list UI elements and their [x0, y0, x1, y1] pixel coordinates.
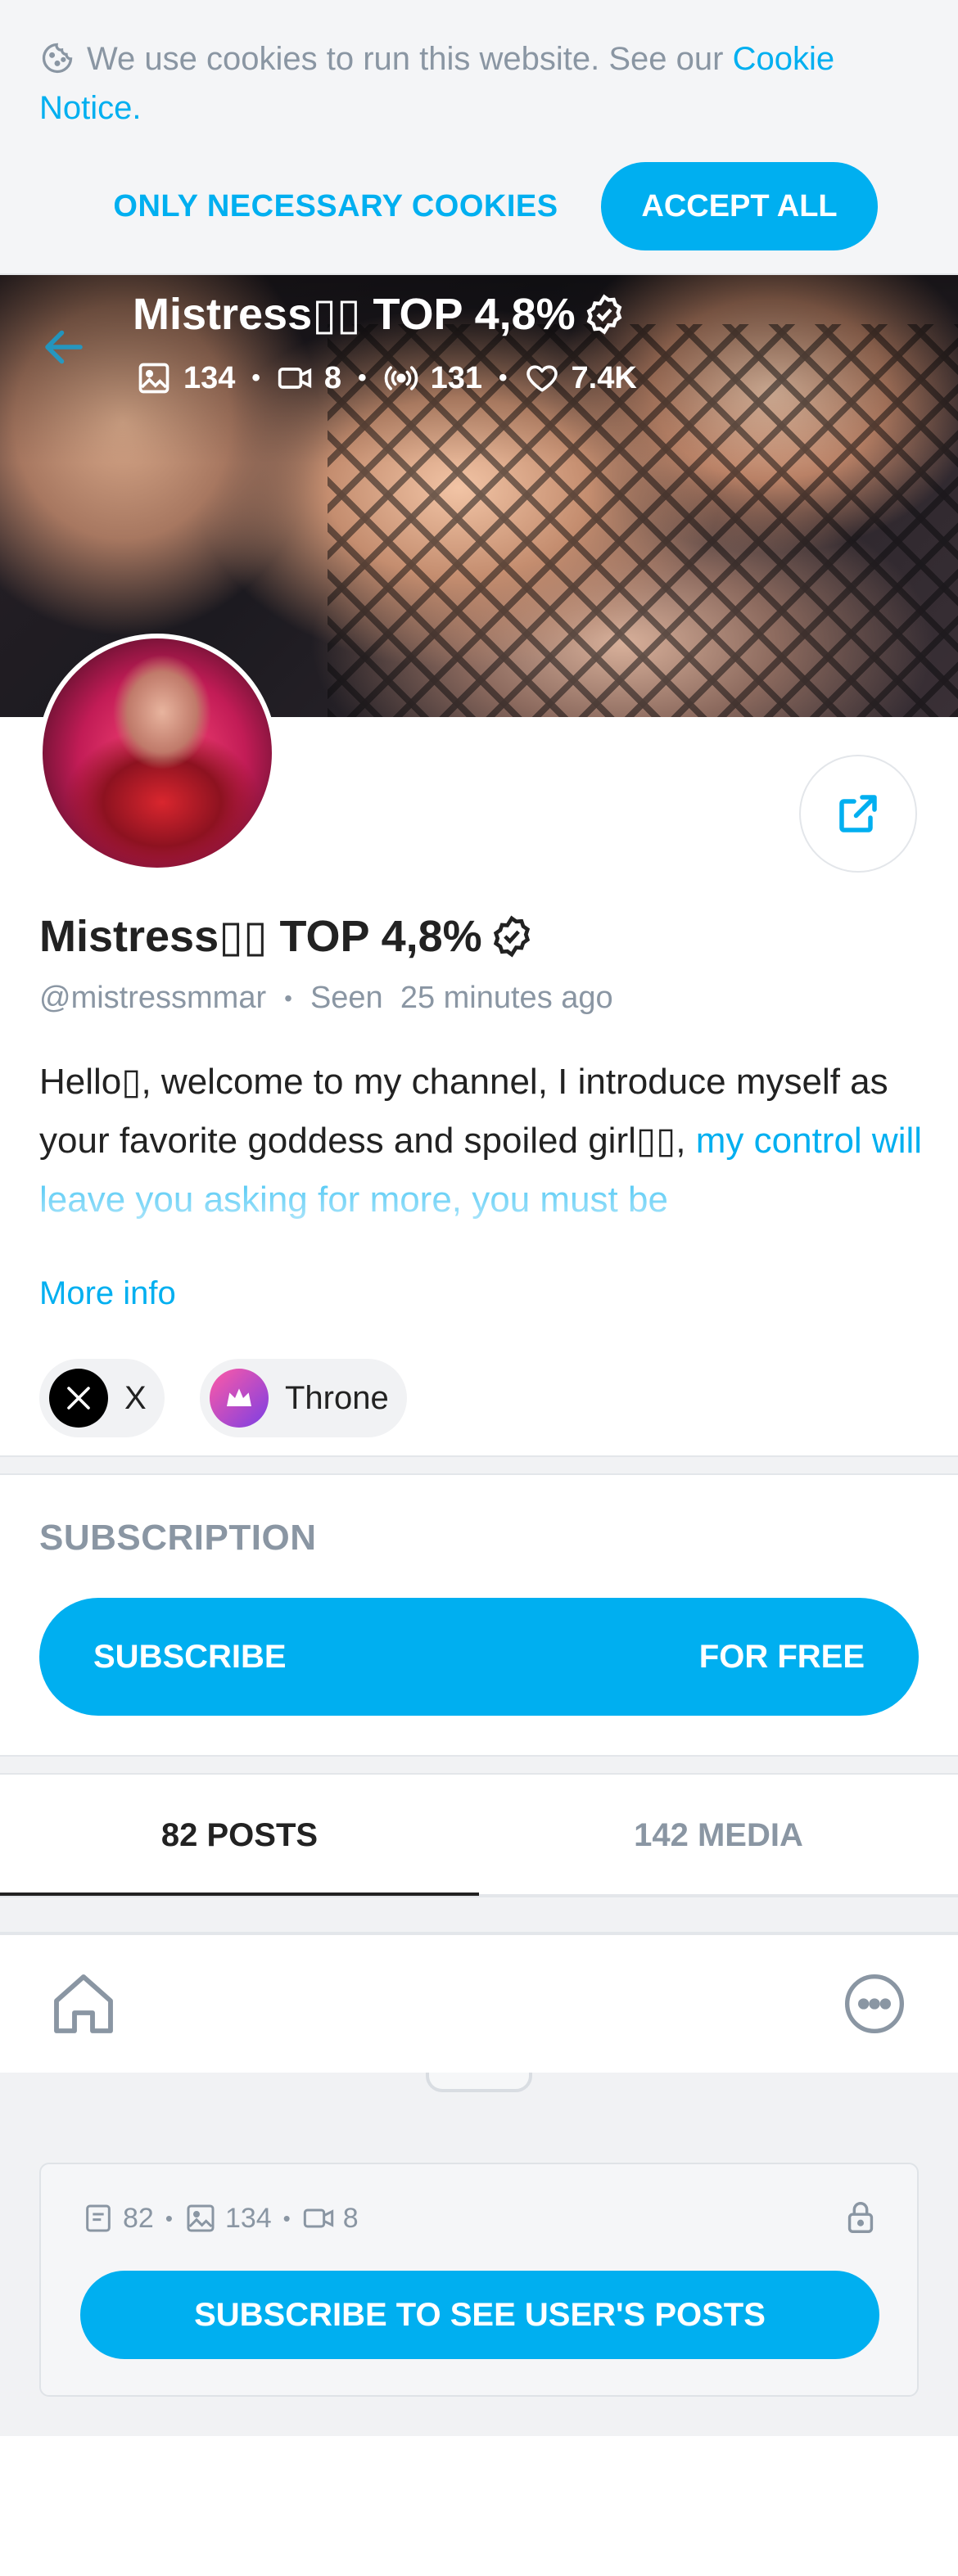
cookie-message: We use cookies to run this website. See … [39, 34, 907, 133]
share-icon [839, 795, 877, 832]
cookie-text: We use cookies to run this website. See … [87, 41, 733, 77]
heart-icon [526, 365, 558, 392]
share-button[interactable] [799, 755, 917, 873]
locked-posts-card: 82 • 134 • 8 SUBSCRIBE TO SEE USER'S POS… [39, 2163, 919, 2397]
cookie-icon [42, 43, 73, 74]
drag-handle[interactable] [426, 2073, 532, 2092]
cookie-period: . [132, 90, 142, 126]
stat-separator: • [358, 364, 367, 391]
profile-handle: @mistressmmar [39, 981, 267, 1015]
locked-photos-count: 134 [224, 2202, 272, 2234]
more-options-icon[interactable] [842, 1971, 907, 2037]
only-necessary-cookies-button[interactable]: ONLY NECESSARY COOKIES [98, 162, 573, 250]
photos-stat: 134 [136, 360, 235, 396]
streams-count: 131 [430, 360, 482, 395]
image-icon [187, 2204, 215, 2232]
profile-bio: Hello▯, welcome to my channel, I introdu… [39, 1053, 924, 1259]
streams-stat: 131 [383, 360, 482, 396]
broadcast-icon [384, 366, 418, 390]
subscribe-to-see-posts-button[interactable]: SUBSCRIBE TO SEE USER'S POSTS [80, 2271, 879, 2359]
subscribe-label: SUBSCRIBE [93, 1638, 287, 1675]
subscribe-price: FOR FREE [698, 1638, 865, 1675]
photos-count: 134 [183, 360, 236, 395]
verified-badge-icon [493, 914, 530, 958]
post-icon [86, 2204, 111, 2232]
x-logo-icon [49, 1369, 108, 1428]
handle-separator: • [284, 985, 292, 1011]
accept-all-cookies-button[interactable]: ACCEPT ALL [601, 162, 878, 250]
image-icon [138, 363, 169, 394]
tab-media[interactable]: 142 MEDIA [479, 1775, 958, 1896]
locked-stats: 82 • 134 • 8 [82, 2202, 359, 2235]
stat-separator: • [165, 2205, 173, 2231]
section-divider [0, 1896, 958, 1933]
likes-count: 7.4K [571, 360, 637, 395]
social-link-x[interactable]: X [39, 1359, 165, 1437]
stat-separator: • [498, 364, 508, 391]
profile-name: Mistress▯▯ TOP 4,8% [39, 910, 535, 962]
bio-fade [39, 1167, 924, 1259]
social-label-x: X [124, 1379, 147, 1416]
back-arrow-icon[interactable] [39, 323, 88, 372]
throne-logo-icon [210, 1369, 269, 1428]
bottom-navigation [0, 1933, 958, 2073]
subscribe-button[interactable]: SUBSCRIBE FOR FREE [39, 1598, 919, 1716]
home-icon[interactable] [47, 1968, 120, 2040]
seen-time: 25 minutes ago [400, 981, 613, 1015]
videos-stat: 8 [277, 360, 341, 396]
profile-name-text: Mistress▯▯ TOP 4,8% [39, 912, 482, 961]
tab-posts[interactable]: 82 POSTS [0, 1775, 479, 1897]
social-label-throne: Throne [285, 1379, 389, 1416]
subscription-heading: SUBSCRIPTION [39, 1518, 317, 1558]
social-link-throne[interactable]: Throne [200, 1359, 407, 1437]
cover-title-text: Mistress▯▯ TOP 4,8% [133, 290, 576, 339]
video-camera-icon [303, 2208, 333, 2228]
cover-stats: 134 • 8 • 131 • 7.4K [136, 354, 637, 403]
likes-stat: 7.4K [524, 360, 637, 396]
avatar[interactable] [38, 634, 277, 873]
seen-label: Seen [310, 981, 383, 1015]
video-camera-icon [278, 368, 312, 389]
stat-separator: • [282, 2205, 291, 2231]
section-divider [0, 1455, 958, 1475]
locked-videos-count: 8 [342, 2202, 359, 2234]
lock-icon [847, 2202, 874, 2233]
section-divider [0, 1755, 958, 1775]
content-tabs: 82 POSTS 142 MEDIA [0, 1775, 958, 1897]
verified-badge-icon [586, 293, 622, 335]
cover-title: Mistress▯▯ TOP 4,8% [133, 288, 626, 340]
locked-posts-count: 82 [123, 2202, 154, 2234]
more-info-link[interactable]: More info [39, 1275, 176, 1312]
handle-row: @mistressmmar • Seen 25 minutes ago [39, 981, 613, 1016]
videos-count: 8 [323, 360, 342, 395]
cookie-banner: We use cookies to run this website. See … [0, 0, 958, 275]
stat-separator: • [251, 364, 260, 391]
